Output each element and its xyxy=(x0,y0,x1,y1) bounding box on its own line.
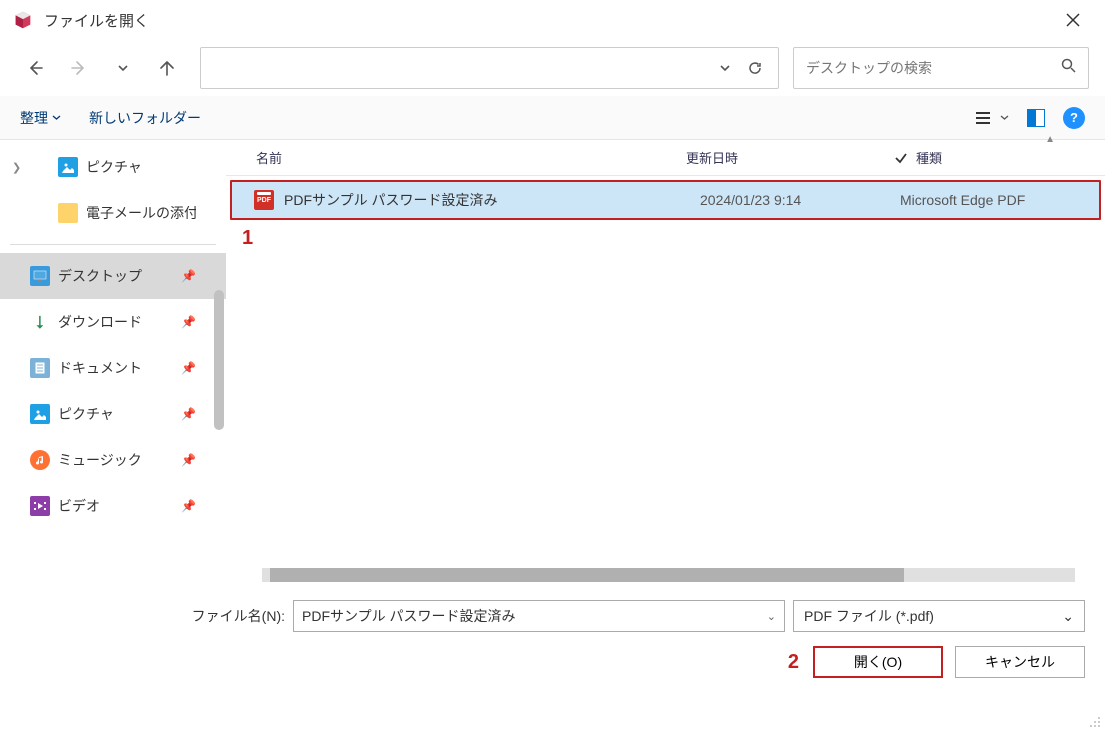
column-headers: 名前 更新日時 種類 ▲ xyxy=(226,140,1105,176)
sidebar-item-email-attach[interactable]: 電子メールの添付 xyxy=(0,190,226,236)
address-bar[interactable] xyxy=(200,47,779,89)
pin-icon: 📌 xyxy=(181,361,196,375)
list-view-icon xyxy=(976,111,994,125)
chevron-down-icon xyxy=(52,113,61,122)
new-folder-button[interactable]: 新しいフォルダー xyxy=(89,108,201,128)
organize-button[interactable]: 整理 xyxy=(20,108,61,128)
pdf-icon: PDF xyxy=(254,190,274,210)
pin-icon: 📌 xyxy=(181,315,196,329)
desktop-icon xyxy=(30,266,50,286)
folder-icon xyxy=(58,203,78,223)
annotation-1: 1 xyxy=(242,227,253,250)
chevron-down-icon[interactable]: ⌄ xyxy=(1062,608,1074,625)
annotation-2: 2 xyxy=(788,651,799,674)
preview-pane-button[interactable] xyxy=(1027,109,1045,127)
open-button[interactable]: 開く(O) xyxy=(813,646,943,678)
sidebar-item-videos[interactable]: ビデオ 📌 xyxy=(0,483,226,529)
sidebar-item-music[interactable]: ミュージック 📌 xyxy=(0,437,226,483)
sidebar-item-desktop[interactable]: デスクトップ 📌 xyxy=(0,253,226,299)
expand-icon[interactable]: ❯ xyxy=(12,161,21,174)
cancel-button[interactable]: キャンセル xyxy=(955,646,1085,678)
file-name: PDFサンプル パスワード設定済み xyxy=(284,190,700,210)
forward-button[interactable] xyxy=(60,49,98,87)
column-name[interactable]: 名前 xyxy=(256,148,686,167)
help-button[interactable]: ? xyxy=(1063,107,1085,129)
filename-input[interactable]: PDFサンプル パスワード設定済み ⌄ xyxy=(293,600,785,632)
title-bar: ファイルを開く xyxy=(0,0,1105,40)
sidebar-item-documents[interactable]: ドキュメント 📌 xyxy=(0,345,226,391)
sidebar-item-downloads[interactable]: ⭣ ダウンロード 📌 xyxy=(0,299,226,345)
back-button[interactable] xyxy=(16,49,54,87)
toolbar: 整理 新しいフォルダー ? xyxy=(0,96,1105,140)
window-title: ファイルを開く xyxy=(44,10,149,31)
file-row[interactable]: PDF PDFサンプル パスワード設定済み 2024/01/23 9:14 Mi… xyxy=(230,180,1101,220)
sidebar-item-pictures2[interactable]: ピクチャ 📌 xyxy=(0,391,226,437)
search-input[interactable] xyxy=(806,60,1061,76)
chevron-down-icon xyxy=(1000,113,1009,122)
nav-bar xyxy=(0,40,1105,96)
horizontal-scrollbar[interactable] xyxy=(262,568,1075,582)
pictures-icon xyxy=(58,157,78,177)
column-date[interactable]: 更新日時 xyxy=(686,148,886,167)
filter-select[interactable]: PDF ファイル (*.pdf) ⌄ xyxy=(793,600,1085,632)
chevron-down-icon[interactable]: ⌄ xyxy=(767,610,776,623)
sidebar-item-pictures[interactable]: ❯ ピクチャ xyxy=(0,144,226,190)
up-button[interactable] xyxy=(148,49,186,87)
column-check[interactable] xyxy=(886,151,916,165)
pictures-icon xyxy=(30,404,50,424)
close-button[interactable] xyxy=(1053,4,1093,36)
filename-label: ファイル名(N): xyxy=(192,606,285,626)
body-area: ❯ ピクチャ 電子メールの添付 デスクトップ 📌 ⭣ ダウンロード 📌 ドキュメ… xyxy=(0,140,1105,582)
video-icon xyxy=(30,496,50,516)
pin-icon: 📌 xyxy=(181,269,196,283)
download-icon: ⭣ xyxy=(30,312,50,332)
search-icon[interactable] xyxy=(1061,58,1076,78)
document-icon xyxy=(30,358,50,378)
view-button[interactable] xyxy=(976,111,1009,125)
sidebar: ❯ ピクチャ 電子メールの添付 デスクトップ 📌 ⭣ ダウンロード 📌 ドキュメ… xyxy=(0,140,226,582)
separator xyxy=(10,244,216,245)
file-list: 名前 更新日時 種類 ▲ PDF PDFサンプル パスワード設定済み 2024/… xyxy=(226,140,1105,582)
pin-icon: 📌 xyxy=(181,453,196,467)
app-icon xyxy=(12,9,34,31)
sort-indicator-icon: ▲ xyxy=(1045,134,1055,145)
resize-grip[interactable] xyxy=(1087,714,1101,728)
refresh-button[interactable] xyxy=(740,53,770,83)
pin-icon: 📌 xyxy=(181,499,196,513)
pin-icon: 📌 xyxy=(181,407,196,421)
address-dropdown-icon[interactable] xyxy=(710,53,740,83)
search-box[interactable] xyxy=(793,47,1089,89)
sidebar-scrollbar[interactable] xyxy=(214,290,224,430)
file-type: Microsoft Edge PDF xyxy=(900,192,1025,208)
music-icon xyxy=(30,450,50,470)
column-type[interactable]: 種類 xyxy=(916,148,1066,167)
bottom-panel: ファイル名(N): PDFサンプル パスワード設定済み ⌄ PDF ファイル (… xyxy=(0,582,1105,694)
recent-dropdown[interactable] xyxy=(104,49,142,87)
file-date: 2024/01/23 9:14 xyxy=(700,192,900,208)
